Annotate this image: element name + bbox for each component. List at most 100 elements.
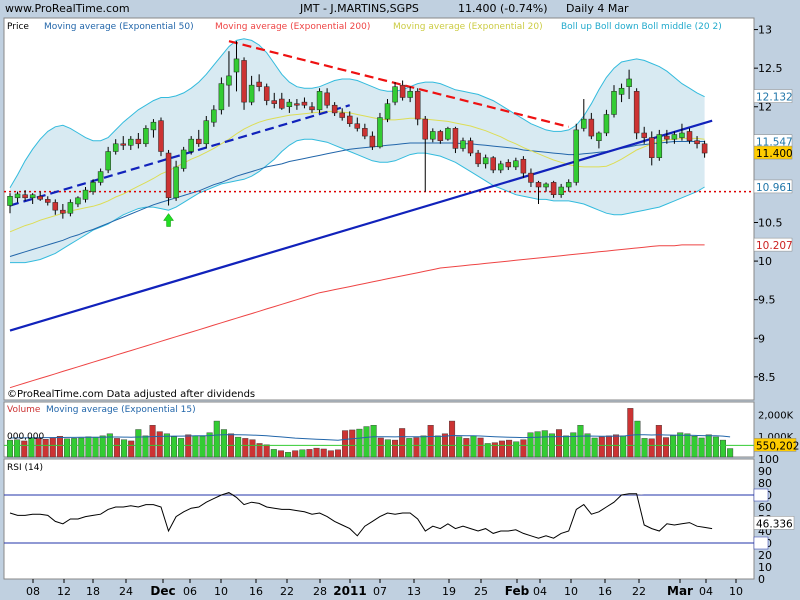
volume-bar — [556, 429, 563, 458]
candle-body — [150, 121, 157, 131]
candle-body — [679, 132, 685, 138]
candle-body — [694, 140, 700, 145]
volume-bar — [620, 435, 627, 458]
volume-bar — [199, 436, 206, 458]
price-ytick-label: 12.5 — [758, 62, 783, 75]
candle-body — [399, 84, 406, 98]
price-value-label: 10.961 — [756, 182, 793, 194]
candle-body — [611, 91, 617, 115]
candle-body — [158, 120, 164, 152]
xtick-label: Mar — [667, 584, 693, 598]
volume-bar — [320, 448, 327, 458]
candle-body — [573, 129, 579, 183]
volume-inline-label: 000,000 — [7, 432, 44, 442]
price-ytick-label: 10.5 — [758, 217, 783, 230]
volume-bar — [498, 440, 505, 458]
volume-bar — [513, 441, 520, 458]
volume-bar — [698, 437, 705, 458]
candle-body — [701, 143, 708, 154]
candle-body — [301, 101, 308, 106]
volume-bar — [598, 436, 605, 458]
volume-bar — [655, 425, 662, 458]
candle-body — [656, 134, 663, 158]
last-quote: 11.400 (-0.74%) — [458, 2, 547, 15]
candle-body — [505, 162, 512, 168]
volume-bar — [277, 450, 284, 458]
volume-bar — [563, 435, 570, 458]
candle-body — [120, 143, 126, 146]
volume-bar — [299, 449, 306, 458]
data-footnote: ©ProRealTime.com Data adjusted after div… — [7, 389, 255, 400]
volume-bar — [235, 436, 242, 458]
candle-body — [256, 81, 262, 87]
volume-bar — [577, 425, 584, 458]
candle-body — [467, 140, 474, 154]
candle-body — [90, 182, 96, 192]
candle-body — [52, 202, 59, 211]
volume-bar — [427, 425, 434, 458]
candle — [633, 88, 640, 140]
volume-bar — [327, 450, 334, 458]
price-value-label: 12.132 — [756, 92, 793, 104]
xtick-label: 10 — [214, 585, 228, 598]
xtick-label: 16 — [249, 585, 263, 598]
xtick-label: 06 — [183, 585, 197, 598]
volume-bar — [78, 437, 85, 458]
candle-body — [97, 171, 104, 183]
volume-bar — [142, 435, 149, 458]
candle-body — [67, 202, 74, 214]
candle-body — [82, 189, 89, 200]
candle — [158, 117, 164, 157]
volume-bar — [156, 431, 163, 458]
xtick-label: 22 — [632, 585, 646, 598]
legend-ema20: Moving average (Exponential 20) — [393, 22, 543, 32]
volume-bar — [705, 434, 712, 458]
candle-body — [377, 117, 383, 148]
volume-bar — [71, 438, 78, 458]
volume-bar — [213, 420, 220, 458]
xtick-label: 2011 — [333, 584, 366, 598]
xtick-label: Feb — [505, 584, 530, 598]
volume-bar — [399, 428, 406, 458]
rsi-value-label: 46.336 — [756, 518, 793, 530]
candle — [165, 149, 172, 206]
volume-bar — [113, 438, 120, 458]
candle — [316, 88, 323, 113]
volume-bar — [541, 430, 548, 458]
candle-body — [105, 151, 111, 171]
candle-body — [460, 140, 466, 149]
price-legend: Price Moving average (Exponential 50) Mo… — [7, 22, 722, 32]
rsi-level-tag — [753, 488, 769, 502]
volume-bar — [648, 438, 655, 458]
volume-bar — [691, 436, 698, 458]
candle-body — [271, 100, 277, 104]
rsi-ytick-label: 0 — [758, 573, 765, 586]
candle-body — [211, 109, 217, 123]
volume-bar — [434, 435, 441, 458]
xtick-label: 07 — [373, 585, 387, 598]
candle-body — [143, 128, 149, 145]
xtick-label: 13 — [407, 585, 421, 598]
candle-body — [445, 128, 451, 140]
candle-body — [180, 149, 187, 169]
candle-body — [173, 166, 179, 199]
volume-bar — [420, 435, 427, 458]
candle-body — [520, 158, 527, 174]
candle-body — [369, 135, 376, 148]
candle-body — [196, 138, 202, 145]
candle-body — [362, 128, 368, 137]
volume-bar — [470, 435, 477, 458]
price-value-label: 11.400 — [756, 148, 793, 160]
price-ytick-label: 9.5 — [758, 294, 776, 307]
volume-bar — [249, 439, 256, 458]
legend-ema200: Moving average (Exponential 200) — [215, 22, 370, 32]
volume-bar — [263, 444, 270, 458]
price-value-label: 10.207 — [756, 240, 793, 252]
price-ytick-label: 9 — [758, 332, 765, 345]
chart-window: www.ProRealTime.com JMT - J.MARTINS,SGPS… — [0, 0, 800, 600]
candle-body — [430, 131, 436, 140]
volume-bar — [56, 436, 63, 458]
volume-bar — [641, 438, 648, 458]
candle-body — [641, 132, 647, 138]
volume-bar — [634, 420, 641, 458]
